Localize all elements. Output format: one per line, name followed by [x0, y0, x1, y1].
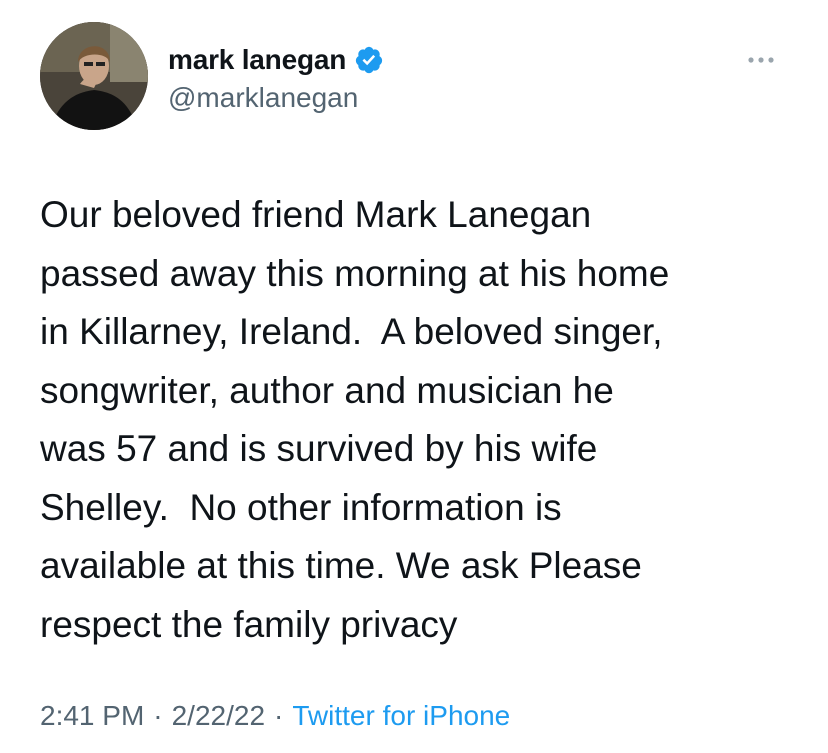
tweet-date[interactable]: 2/22/22 [172, 700, 265, 731]
name-row: mark lanegan [168, 40, 384, 80]
user-handle[interactable]: @marklanegan [168, 82, 384, 114]
tweet-time[interactable]: 2:41 PM [40, 700, 144, 731]
verified-badge-icon [354, 45, 384, 75]
tweet-card: mark lanegan @marklanegan Our beloved fr… [0, 0, 828, 753]
meta-separator: · [153, 700, 163, 731]
more-options-icon[interactable] [746, 52, 776, 63]
meta-separator: · [274, 700, 284, 731]
tweet-meta: 2:41 PM · 2/22/22 · Twitter for iPhone [40, 700, 510, 732]
tweet-text: Our beloved friend Mark Lanegan passed a… [40, 194, 670, 645]
avatar[interactable] [40, 22, 148, 130]
profile-photo-icon [40, 22, 148, 130]
tweet-author[interactable]: mark lanegan @marklanegan [168, 40, 384, 114]
tweet-source-link[interactable]: Twitter for iPhone [292, 700, 510, 731]
display-name[interactable]: mark lanegan [168, 44, 346, 76]
